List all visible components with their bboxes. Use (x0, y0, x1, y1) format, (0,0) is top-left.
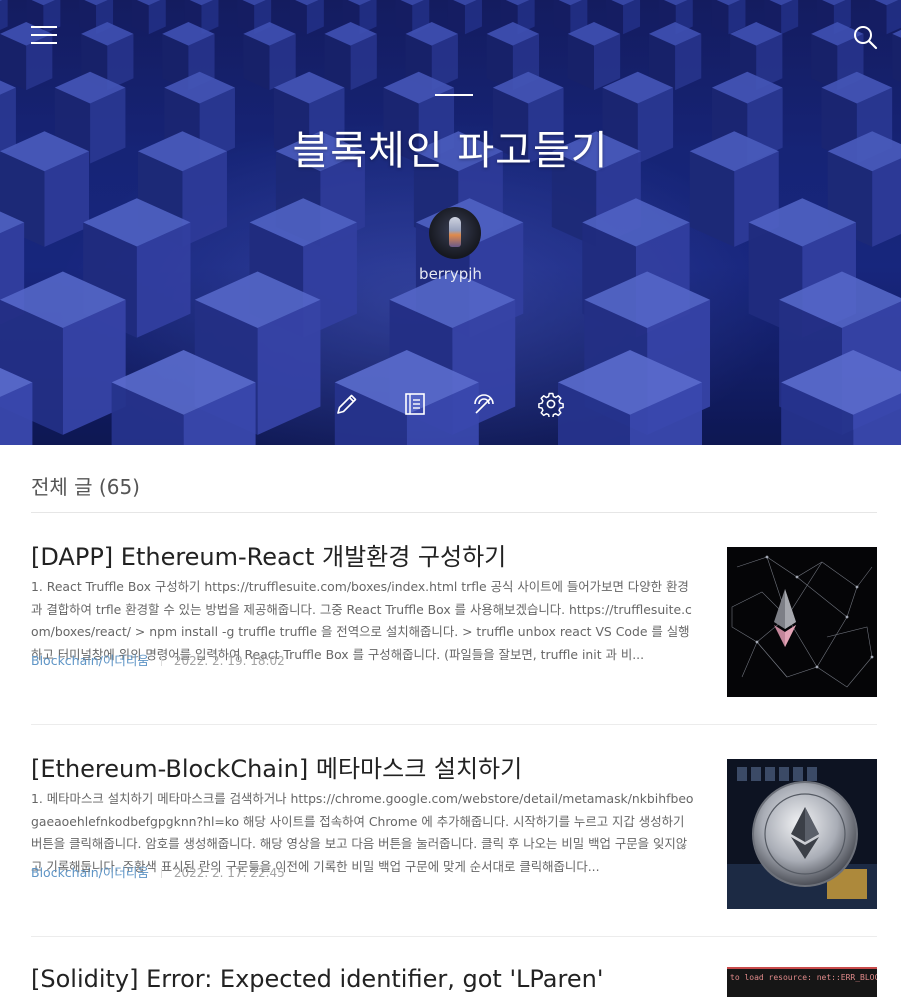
notebook-icon[interactable] (402, 391, 428, 417)
pencil-icon[interactable] (334, 391, 360, 417)
author-name[interactable]: berrypjh (0, 265, 901, 283)
search-icon[interactable] (852, 24, 878, 50)
post-title[interactable]: [Solidity] Error: Expected identifier, g… (31, 965, 711, 993)
post-category[interactable]: Blockchain/이더리움 (31, 865, 149, 880)
list-item[interactable]: [Ethereum-BlockChain] 메타마스크 설치하기 1. 메타마스… (31, 725, 877, 937)
blog-header: 블록체인 파고들기 berrypjh (0, 0, 901, 445)
post-thumbnail[interactable]: to load resource: net::ERR_BLOCKED (727, 967, 877, 997)
post-title[interactable]: [Ethereum-BlockChain] 메타마스크 설치하기 (31, 749, 711, 784)
gear-icon[interactable] (538, 391, 564, 419)
list-item[interactable]: [Solidity] Error: Expected identifier, g… (31, 937, 877, 997)
post-thumbnail[interactable] (727, 547, 877, 697)
avatar[interactable] (429, 207, 481, 259)
blog-tools (0, 391, 901, 419)
feed-icon[interactable] (470, 391, 496, 417)
post-date: 2022. 2. 19. 18:02 (173, 654, 285, 668)
title-divider (435, 94, 473, 96)
meta-divider (160, 868, 162, 878)
category-heading: 전체 글 (65) (31, 445, 877, 513)
menu-icon[interactable] (31, 24, 57, 46)
thumbnail-console-text: to load resource: net::ERR_BLOCKED (730, 973, 877, 982)
post-meta: Blockchain/이더리움 2022. 2. 17. 22:45 (31, 862, 285, 881)
list-item[interactable]: [DAPP] Ethereum-React 개발환경 구성하기 1. React… (31, 513, 877, 725)
post-list: 전체 글 (65) [DAPP] Ethereum-React 개발환경 구성하… (31, 445, 877, 997)
post-category[interactable]: Blockchain/이더리움 (31, 653, 149, 668)
post-thumbnail[interactable] (727, 759, 877, 909)
post-date: 2022. 2. 17. 22:45 (173, 866, 285, 880)
blog-title[interactable]: 블록체인 파고들기 (0, 118, 901, 176)
post-meta: Blockchain/이더리움 2022. 2. 19. 18:02 (31, 650, 285, 669)
post-title[interactable]: [DAPP] Ethereum-React 개발환경 구성하기 (31, 537, 711, 572)
meta-divider (160, 656, 162, 666)
